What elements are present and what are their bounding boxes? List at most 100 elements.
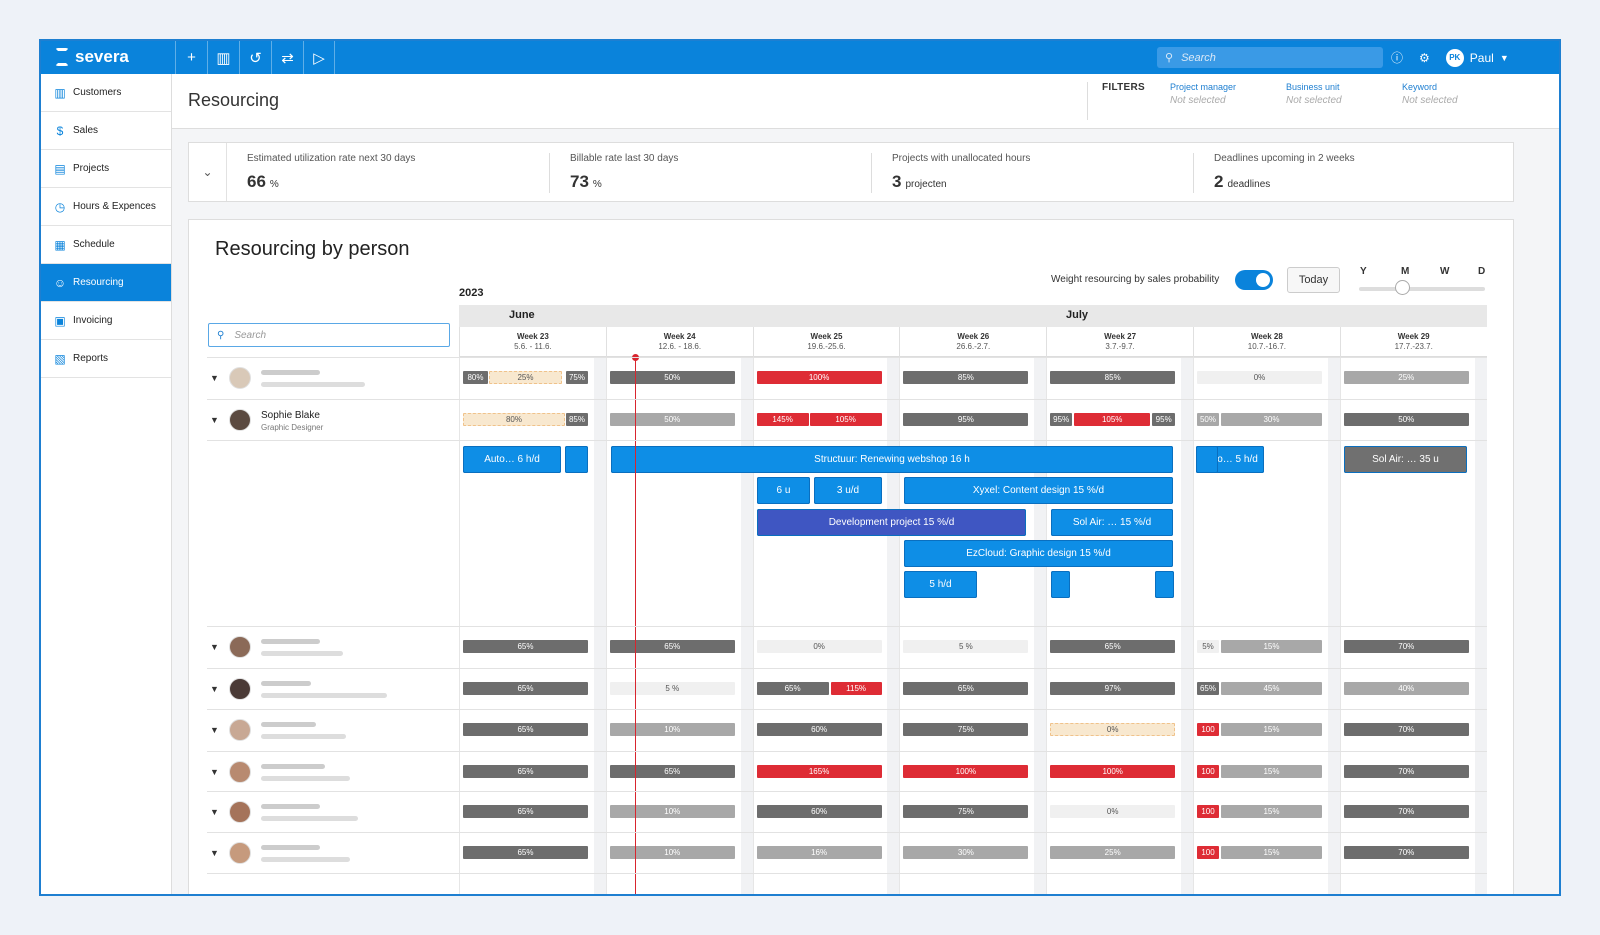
allocation-bar[interactable]: 25% bbox=[1343, 371, 1469, 384]
allocation-bar[interactable]: 65% bbox=[463, 640, 588, 653]
chevron-down-icon[interactable]: ▼ bbox=[210, 684, 219, 694]
sidebar-item-schedule[interactable]: ▦ Schedule bbox=[41, 226, 171, 264]
zoom-week[interactable]: W bbox=[1440, 266, 1449, 277]
allocation-bar[interactable]: 5 % bbox=[609, 682, 735, 695]
person-row[interactable]: ▼ Sophie Blake Graphic Designer bbox=[207, 399, 457, 441]
person-row[interactable]: ▼ bbox=[207, 626, 457, 668]
allocation-bar[interactable]: 100 bbox=[1197, 723, 1219, 736]
chevron-down-icon[interactable]: ▼ bbox=[210, 415, 219, 425]
allocation-bar[interactable]: 100% bbox=[903, 765, 1029, 778]
plus-icon[interactable]: + bbox=[175, 41, 207, 74]
allocation-bar[interactable]: 15% bbox=[1221, 723, 1322, 736]
chevron-down-icon[interactable]: ▼ bbox=[210, 373, 219, 383]
allocation-bar[interactable]: 85% bbox=[566, 413, 588, 426]
allocation-bar[interactable]: 25% bbox=[489, 371, 562, 384]
allocation-bar[interactable]: 100 bbox=[1197, 765, 1219, 778]
allocation-bar[interactable]: 80% bbox=[463, 371, 488, 384]
today-button[interactable]: Today bbox=[1287, 267, 1340, 293]
task-bar[interactable]: Sol Air: … 15 %/d bbox=[1051, 509, 1173, 536]
task-bar-stub[interactable] bbox=[565, 446, 588, 473]
allocation-bar[interactable]: 60% bbox=[756, 723, 882, 736]
person-row[interactable]: ▼ bbox=[207, 668, 457, 710]
allocation-bar[interactable]: 15% bbox=[1221, 640, 1322, 653]
allocation-bar[interactable]: 15% bbox=[1221, 805, 1322, 818]
person-row[interactable]: ▼ bbox=[207, 357, 457, 399]
allocation-bar[interactable]: 95% bbox=[1050, 413, 1073, 426]
allocation-bar[interactable]: 75% bbox=[903, 805, 1029, 818]
zoom-month[interactable]: M bbox=[1401, 266, 1409, 277]
allocation-bar[interactable]: 65% bbox=[1197, 682, 1219, 695]
allocation-bar[interactable]: 10% bbox=[609, 723, 735, 736]
task-bar-stub[interactable] bbox=[1155, 571, 1174, 598]
allocation-bar[interactable]: 40% bbox=[1343, 682, 1469, 695]
allocation-bar[interactable]: 0% bbox=[756, 640, 882, 653]
allocation-bar[interactable]: 16% bbox=[756, 846, 882, 859]
person-row[interactable]: ▼ bbox=[207, 751, 457, 793]
allocation-bar[interactable]: 15% bbox=[1221, 846, 1322, 859]
allocation-bar[interactable]: 80% bbox=[463, 413, 565, 426]
chevron-down-icon[interactable]: ▼ bbox=[210, 642, 219, 652]
allocation-bar[interactable]: 30% bbox=[903, 846, 1029, 859]
sidebar-item-reports[interactable]: ▧ Reports bbox=[41, 340, 171, 378]
zoom-day[interactable]: D bbox=[1478, 266, 1485, 277]
task-bar[interactable]: Xyxel: Content design 15 %/d bbox=[904, 477, 1173, 504]
sidebar-item-customers[interactable]: ▥ Customers bbox=[41, 74, 171, 112]
allocation-bar[interactable]: 145% bbox=[756, 413, 809, 426]
allocation-bar[interactable]: 85% bbox=[1050, 371, 1176, 384]
zoom-slider-track[interactable] bbox=[1359, 287, 1485, 291]
sidebar-item-invoicing[interactable]: ▣ Invoicing bbox=[41, 302, 171, 340]
allocation-bar[interactable]: 60% bbox=[756, 805, 882, 818]
chevron-down-icon[interactable]: ▼ bbox=[210, 725, 219, 735]
allocation-bar[interactable]: 10% bbox=[609, 846, 735, 859]
allocation-bar[interactable]: 65% bbox=[463, 805, 588, 818]
allocation-bar[interactable]: 70% bbox=[1343, 805, 1469, 818]
allocation-bar[interactable]: 105% bbox=[809, 413, 882, 426]
gear-icon[interactable]: ⚙ bbox=[1419, 51, 1430, 65]
zoom-year[interactable]: Y bbox=[1360, 266, 1367, 277]
task-bar-stub[interactable] bbox=[1196, 446, 1218, 473]
collapse-stats-button[interactable]: ⌄ bbox=[189, 143, 227, 201]
allocation-bar[interactable]: 75% bbox=[903, 723, 1029, 736]
chevron-down-icon[interactable]: ▼ bbox=[210, 807, 219, 817]
allocation-bar[interactable]: 65% bbox=[463, 682, 588, 695]
person-row[interactable]: ▼ bbox=[207, 832, 457, 874]
allocation-bar[interactable]: 50% bbox=[609, 371, 735, 384]
task-bar[interactable]: Development project 15 %/d bbox=[757, 509, 1026, 536]
allocation-bar[interactable]: 10% bbox=[609, 805, 735, 818]
sidebar-item-sales[interactable]: $ Sales bbox=[41, 112, 171, 150]
allocation-bar[interactable]: 70% bbox=[1343, 846, 1469, 859]
allocation-bar[interactable]: 70% bbox=[1343, 723, 1469, 736]
task-bar[interactable]: 6 u bbox=[757, 477, 810, 504]
allocation-bar[interactable]: 50% bbox=[1343, 413, 1469, 426]
allocation-bar[interactable]: 5 % bbox=[903, 640, 1029, 653]
allocation-bar[interactable]: 65% bbox=[609, 640, 735, 653]
filter-keyword[interactable]: Keyword Not selected bbox=[1402, 82, 1512, 106]
brand-logo[interactable]: severa bbox=[55, 47, 129, 67]
filter-business-unit[interactable]: Business unit Not selected bbox=[1286, 82, 1396, 106]
allocation-bar[interactable]: 70% bbox=[1343, 640, 1469, 653]
allocation-bar[interactable]: 75% bbox=[566, 371, 588, 384]
global-search-input[interactable]: ⚲ Search bbox=[1157, 47, 1383, 68]
task-bar[interactable]: 3 u/d bbox=[814, 477, 882, 504]
weight-toggle[interactable] bbox=[1235, 270, 1273, 290]
allocation-bar[interactable]: 65% bbox=[756, 682, 829, 695]
chevron-down-icon[interactable]: ▼ bbox=[210, 848, 219, 858]
task-bar[interactable]: Auto… 6 h/d bbox=[463, 446, 561, 473]
allocation-bar[interactable]: 0% bbox=[1197, 371, 1322, 384]
sidebar-item-resourcing[interactable]: ☺ Resourcing bbox=[41, 264, 171, 302]
allocation-bar[interactable]: 115% bbox=[830, 682, 882, 695]
allocation-bar[interactable]: 65% bbox=[463, 765, 588, 778]
person-row[interactable]: ▼ bbox=[207, 709, 457, 751]
allocation-bar[interactable]: 0% bbox=[1050, 805, 1176, 818]
zoom-slider-handle[interactable] bbox=[1395, 280, 1410, 295]
allocation-bar[interactable]: 65% bbox=[463, 846, 588, 859]
sidebar-item-projects[interactable]: ▤ Projects bbox=[41, 150, 171, 188]
play-icon[interactable]: ▷ bbox=[303, 41, 335, 74]
allocation-bar[interactable]: 95% bbox=[903, 413, 1029, 426]
allocation-bar[interactable]: 105% bbox=[1074, 413, 1151, 426]
allocation-bar[interactable]: 65% bbox=[609, 765, 735, 778]
person-row[interactable]: ▼ bbox=[207, 791, 457, 833]
allocation-bar[interactable]: 30% bbox=[1221, 413, 1322, 426]
allocation-bar[interactable]: 100% bbox=[1050, 765, 1176, 778]
task-bar[interactable]: 5 h/d bbox=[904, 571, 977, 598]
